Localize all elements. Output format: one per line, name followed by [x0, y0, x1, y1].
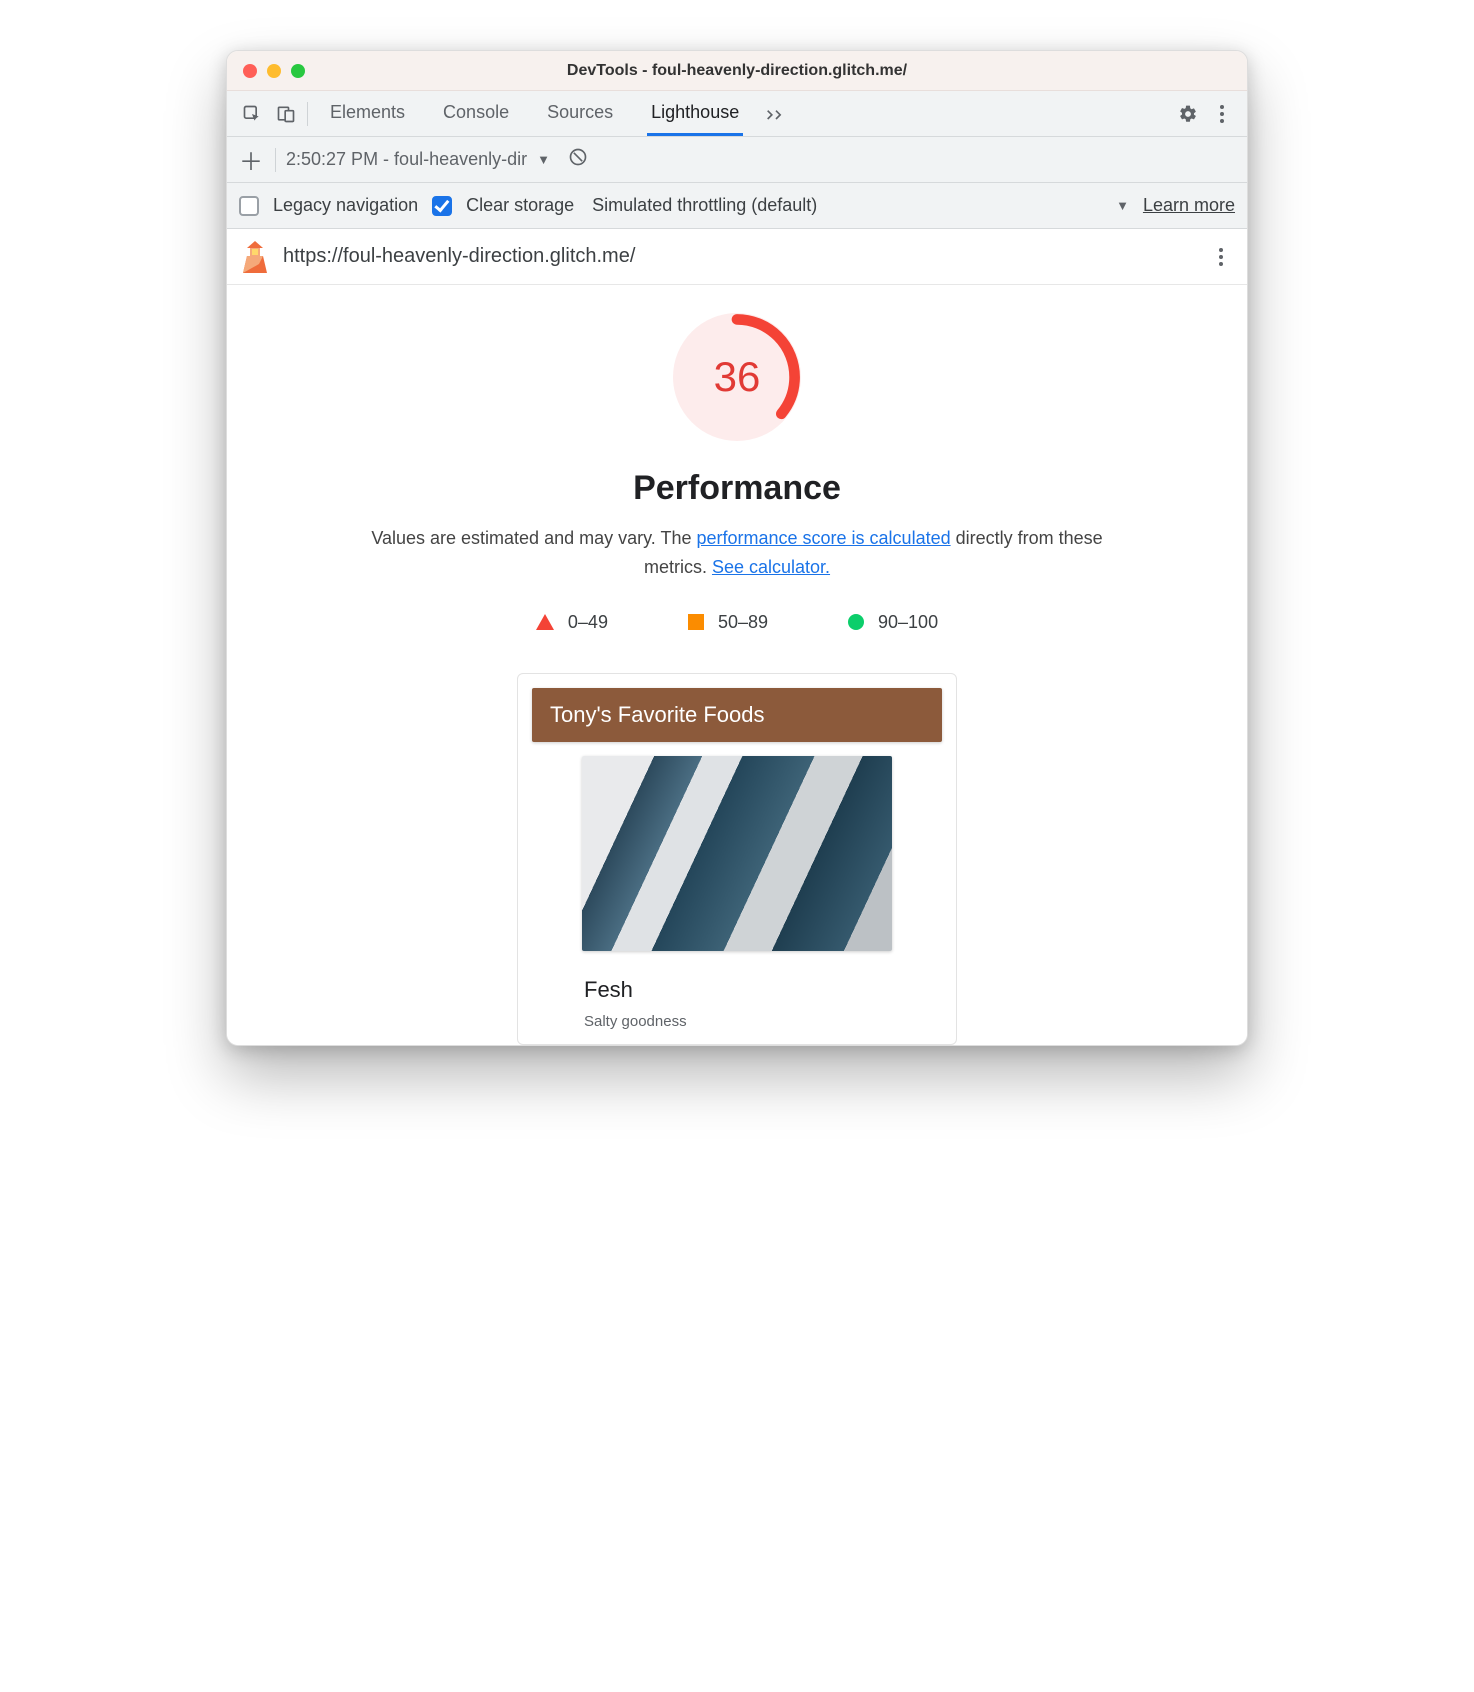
learn-more-link[interactable]: Learn more — [1143, 195, 1235, 216]
report-url: https://foul-heavenly-direction.glitch.m… — [283, 245, 1195, 268]
legend-fail: 0–49 — [536, 612, 608, 633]
preview-image — [582, 756, 892, 951]
devtools-tabs-bar: Elements Console Sources Lighthouse — [227, 91, 1247, 137]
report-url-bar: https://foul-heavenly-direction.glitch.m… — [227, 229, 1247, 285]
report-dropdown[interactable]: 2:50:27 PM - foul-heavenly-dir ▼ — [286, 149, 550, 170]
traffic-lights — [227, 64, 305, 78]
window-titlebar: DevTools - foul-heavenly-direction.glitc… — [227, 51, 1247, 91]
performance-score-gauge[interactable]: 36 — [673, 313, 801, 441]
category-title: Performance — [633, 469, 841, 508]
legend-range: 50–89 — [718, 612, 768, 633]
report-dropdown-label: 2:50:27 PM - foul-heavenly-dir — [286, 149, 527, 170]
triangle-icon — [536, 614, 554, 630]
preview-item-subtitle: Salty goodness — [584, 1013, 890, 1030]
settings-gear-icon[interactable] — [1171, 97, 1205, 131]
legend-range: 0–49 — [568, 612, 608, 633]
legacy-navigation-checkbox[interactable] — [239, 196, 259, 216]
tab-strip: Elements Console Sources Lighthouse — [326, 91, 743, 136]
divider — [275, 148, 276, 172]
report-options-bar: Legacy navigation Clear storage Simulate… — [227, 183, 1247, 229]
see-calculator-link[interactable]: See calculator. — [712, 557, 830, 577]
caret-down-icon[interactable]: ▼ — [1116, 198, 1129, 213]
square-icon — [688, 614, 704, 630]
new-report-button[interactable]: ＋ — [237, 146, 265, 174]
window-title: DevTools - foul-heavenly-direction.glitc… — [227, 62, 1247, 80]
clear-storage-checkbox[interactable] — [432, 196, 452, 216]
window-close-button[interactable] — [243, 64, 257, 78]
window-zoom-button[interactable] — [291, 64, 305, 78]
lighthouse-logo-icon — [241, 241, 269, 273]
caret-down-icon: ▼ — [537, 152, 550, 167]
legend-pass: 90–100 — [848, 612, 938, 633]
legend-average: 50–89 — [688, 612, 768, 633]
preview-item-title: Fesh — [584, 977, 890, 1003]
report-selector-bar: ＋ 2:50:27 PM - foul-heavenly-dir ▼ — [227, 137, 1247, 183]
score-legend: 0–49 50–89 90–100 — [536, 612, 938, 633]
throttling-label: Simulated throttling (default) — [592, 195, 817, 216]
inspect-element-icon[interactable] — [235, 97, 269, 131]
page-preview-card: Tony's Favorite Foods Fesh Salty goodnes… — [517, 673, 957, 1045]
toolbar-more-icon[interactable] — [1205, 97, 1239, 131]
legend-range: 90–100 — [878, 612, 938, 633]
tab-elements[interactable]: Elements — [326, 91, 409, 136]
performance-score-calc-link[interactable]: performance score is calculated — [696, 528, 950, 548]
tab-lighthouse[interactable]: Lighthouse — [647, 91, 743, 136]
report-menu-icon[interactable] — [1209, 247, 1233, 267]
devtools-window: DevTools - foul-heavenly-direction.glitc… — [226, 50, 1248, 1046]
lighthouse-report: 36 Performance Values are estimated and … — [227, 285, 1247, 1045]
category-description: Values are estimated and may vary. The p… — [367, 524, 1107, 582]
legacy-navigation-label: Legacy navigation — [273, 195, 418, 216]
window-minimize-button[interactable] — [267, 64, 281, 78]
device-toolbar-icon[interactable] — [269, 97, 303, 131]
circle-icon — [848, 614, 864, 630]
clear-report-icon[interactable] — [568, 147, 588, 172]
more-tabs-icon[interactable] — [759, 97, 793, 131]
preview-header: Tony's Favorite Foods — [532, 688, 942, 742]
tab-sources[interactable]: Sources — [543, 91, 617, 136]
tab-console[interactable]: Console — [439, 91, 513, 136]
clear-storage-label: Clear storage — [466, 195, 574, 216]
desc-text: Values are estimated and may vary. The — [371, 528, 696, 548]
divider — [307, 102, 308, 126]
preview-body: Fesh Salty goodness — [582, 965, 892, 1030]
score-section: 36 Performance Values are estimated and … — [251, 313, 1223, 1045]
